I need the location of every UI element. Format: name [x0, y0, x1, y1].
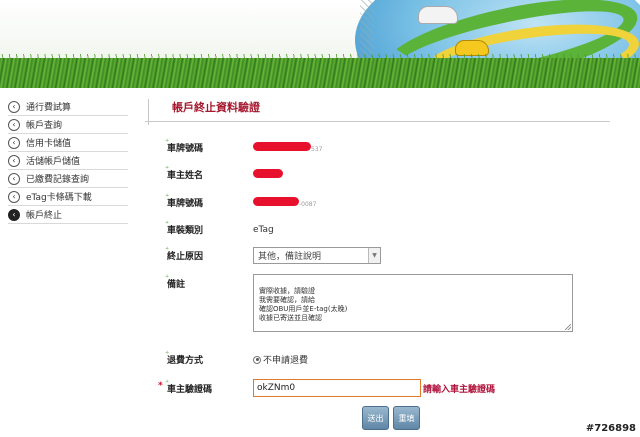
sidebar-menu: ‹ 通行費試算 ‹ 帳戶查詢 ‹ 信用卡儲值 ‹ 活儲帳戶儲值 ‹ 已繳費記錄查… [8, 98, 128, 224]
field-row-reason: 終止原因 其他，備註說明 ▼ [145, 245, 610, 264]
plate2-value: -0087 [245, 196, 317, 209]
header-banner [0, 0, 640, 88]
sidebar-item-etag-barcode[interactable]: ‹ eTag卡條碼下載 [8, 188, 128, 206]
resize-grip-icon[interactable] [565, 324, 571, 330]
sidebar-item-account-query[interactable]: ‹ 帳戶查詢 [8, 116, 128, 134]
verify-code-hint: 請輸入車主驗證碼 [423, 384, 496, 395]
field-row-owner: 車主姓名 [145, 164, 610, 181]
refund-option[interactable]: 不申請退費 [253, 353, 308, 366]
sidebar-item-label: 通行費試算 [26, 103, 72, 113]
sidebar-item-label: 信用卡儲值 [26, 139, 72, 149]
sidebar-item-payment-history[interactable]: ‹ 已繳費記錄查詢 [8, 170, 128, 188]
install-type-value: eTag [253, 224, 274, 235]
sidebar-item-account-termination[interactable]: ‹ 帳戶終止 [8, 206, 128, 224]
plate-value: 537 [245, 141, 323, 154]
field-label: 備註 [145, 273, 245, 290]
required-asterisk: * [158, 380, 163, 391]
radio-button[interactable] [253, 355, 261, 364]
field-row-refund: 退費方式 不申請退費 [145, 349, 610, 366]
redaction-mark [253, 196, 299, 206]
chevron-left-icon: ‹ [8, 190, 20, 203]
chevron-left-icon: ‹ [8, 172, 20, 185]
grass-graphic [0, 58, 640, 88]
field-label: 車主姓名 [145, 164, 245, 181]
field-row-verify: * 車主驗證碼 okZNm0 請輸入車主驗證碼 [145, 378, 610, 397]
field-label: 車牌號碼 [145, 192, 245, 209]
sidebar-item-credit-card-topup[interactable]: ‹ 信用卡儲值 [8, 134, 128, 152]
field-label: 車牌號碼 [145, 137, 245, 154]
main-content: 帳戶終止資料驗證 [145, 98, 610, 125]
select-value: 其他，備註說明 [258, 252, 322, 262]
field-row-plate-2: 車牌號碼 -0087 [145, 192, 610, 209]
field-label-text: 車主驗證碼 [167, 384, 213, 395]
field-label: 退費方式 [145, 349, 245, 366]
sidebar-item-label: 帳戶終止 [26, 211, 63, 221]
termination-reason-select[interactable]: 其他，備註說明 ▼ [253, 247, 381, 264]
submit-button[interactable]: 送出 [362, 406, 389, 430]
chevron-left-icon: ‹ [8, 136, 20, 149]
chevron-left-icon: ‹ [8, 100, 20, 113]
chevron-down-icon[interactable]: ▼ [368, 248, 380, 263]
field-label: 車裝類別 [145, 219, 245, 236]
chevron-left-icon: ‹ [8, 208, 20, 221]
redaction-mark [253, 168, 283, 178]
verify-code-value: okZNm0 [257, 383, 296, 393]
white-car-icon [418, 6, 458, 24]
sidebar-item-label: eTag卡條碼下載 [26, 193, 92, 203]
sidebar-item-toll-estimate[interactable]: ‹ 通行費試算 [8, 98, 128, 116]
owner-value [245, 168, 283, 181]
plate-value-tail: 537 [311, 145, 323, 153]
verify-code-input[interactable]: okZNm0 [253, 379, 421, 397]
field-row-install-type: 車裝類別 eTag [145, 219, 610, 236]
chevron-left-icon: ‹ [8, 154, 20, 167]
field-row-plate: 車牌號碼 537 [145, 137, 610, 154]
field-row-remark: 備註 實際收據，請驗證 我需要確認，請給 確認OBU用戶並E-tag(太晚) 收… [145, 273, 610, 332]
sidebar-item-label: 已繳費記錄查詢 [26, 175, 90, 185]
field-label: 終止原因 [145, 245, 245, 262]
page-title: 帳戶終止資料驗證 [145, 98, 610, 125]
field-label: * 車主驗證碼 [145, 378, 245, 395]
sidebar-item-label: 帳戶查詢 [26, 121, 63, 131]
watermark-id: #726898 [585, 423, 636, 434]
plate2-value-tail: -0087 [299, 200, 317, 208]
refund-option-label: 不申請退費 [263, 356, 309, 366]
sidebar-item-savings-topup[interactable]: ‹ 活儲帳戶儲值 [8, 152, 128, 170]
sidebar-item-label: 活儲帳戶儲值 [26, 157, 81, 167]
remark-text: 實際收據，請驗證 我需要確認，請給 確認OBU用戶並E-tag(太晚) 收據已寄… [259, 287, 348, 322]
remark-textarea[interactable]: 實際收據，請驗證 我需要確認，請給 確認OBU用戶並E-tag(太晚) 收據已寄… [253, 274, 573, 332]
reset-button[interactable]: 重填 [393, 406, 420, 430]
redaction-mark [253, 141, 311, 151]
chevron-left-icon: ‹ [8, 118, 20, 131]
